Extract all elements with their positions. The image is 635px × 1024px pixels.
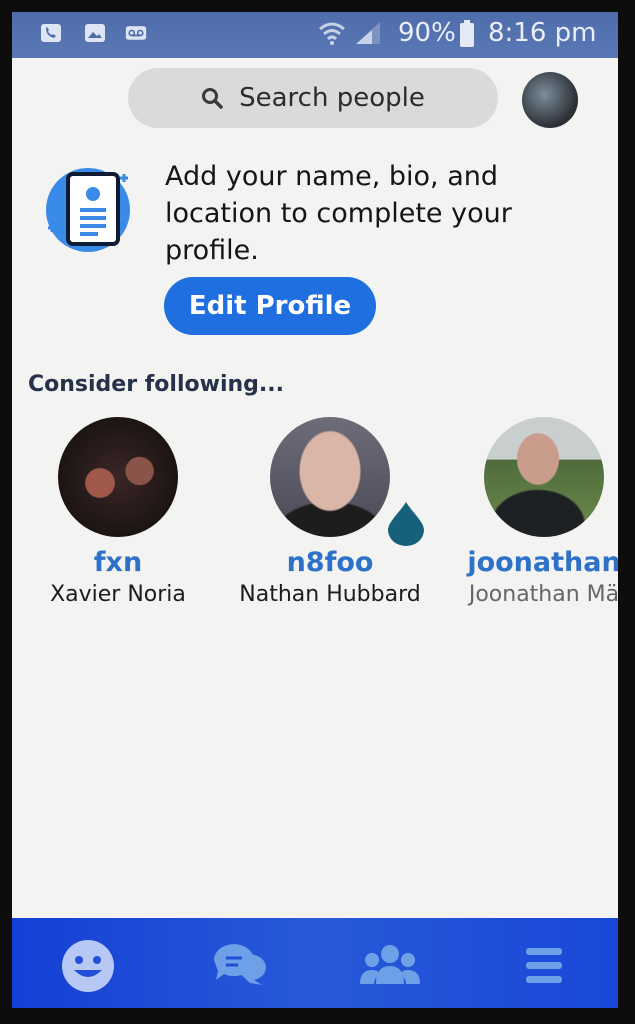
status-bar: 90% 8:16 pm — [12, 12, 618, 58]
people-icon[interactable] — [360, 938, 420, 994]
smiley-icon[interactable] — [58, 938, 118, 994]
search-placeholder: Search people — [239, 83, 425, 113]
suggestions-heading: Consider following... — [28, 372, 284, 397]
battery-percent: 90% — [398, 18, 456, 48]
username[interactable]: fxn — [18, 547, 218, 578]
chat-icon[interactable] — [208, 938, 268, 994]
menu-icon[interactable] — [514, 938, 574, 994]
phone-icon — [41, 24, 61, 42]
full-name: Joonathan Mä — [468, 582, 618, 607]
edit-profile-button[interactable]: Edit Profile — [164, 277, 376, 335]
suggestion-card[interactable]: fxn Xavier Noria — [18, 417, 218, 607]
profile-prompt-text: Add your name, bio, and location to comp… — [165, 161, 512, 266]
bottom-nav — [12, 918, 618, 1008]
signal-icon — [356, 22, 380, 44]
search-icon — [202, 88, 223, 109]
droplet-icon — [388, 502, 424, 546]
clock: 8:16 pm — [488, 18, 597, 48]
user-photo[interactable] — [58, 417, 178, 537]
battery-icon — [460, 20, 474, 47]
image-icon — [85, 24, 105, 42]
wifi-icon — [319, 22, 345, 45]
user-photo[interactable] — [484, 417, 604, 537]
username[interactable]: n8foo — [230, 547, 430, 578]
search-input[interactable]: Search people — [128, 68, 498, 128]
profile-card-icon — [46, 168, 130, 252]
username[interactable]: joonathan — [444, 547, 618, 578]
user-photo[interactable] — [270, 417, 390, 537]
full-name: Xavier Noria — [50, 582, 186, 607]
full-name: Nathan Hubbard — [239, 582, 421, 607]
suggestion-card[interactable]: joonathan Joonathan Mä — [444, 417, 618, 607]
voicemail-icon — [125, 26, 147, 40]
avatar[interactable] — [522, 72, 578, 128]
app-screen: 90% 8:16 pm Search people Add your name,… — [12, 12, 618, 1008]
